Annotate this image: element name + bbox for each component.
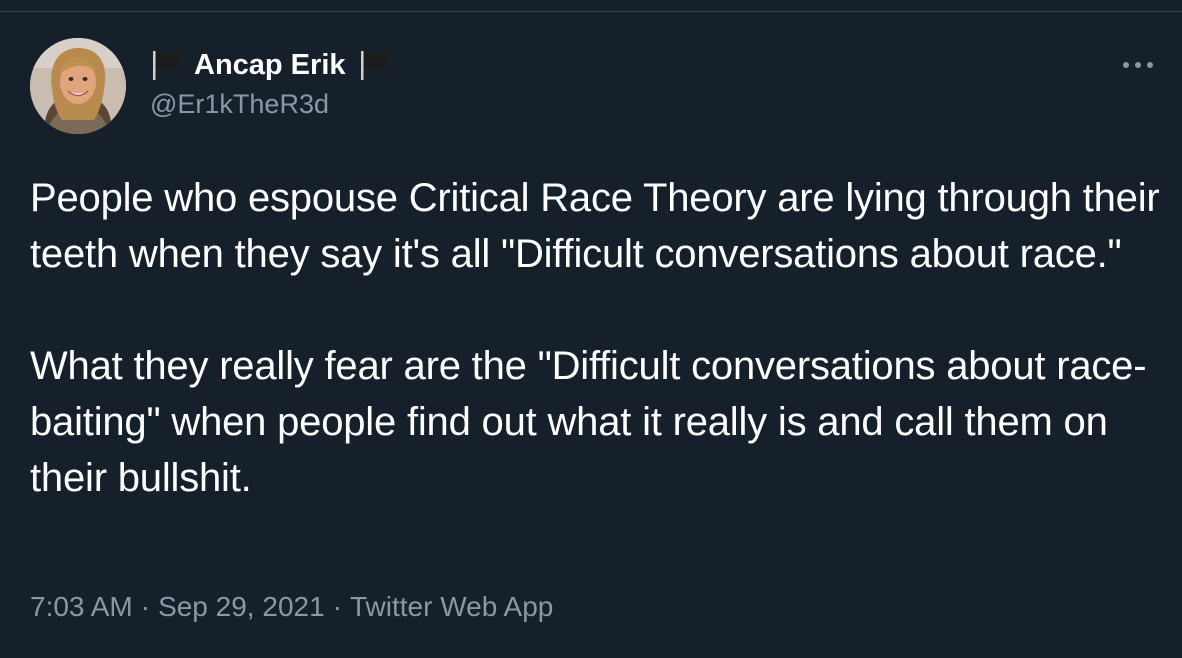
avatar-image	[30, 38, 126, 134]
meta-separator: ·	[332, 591, 342, 622]
tweet-text: People who espouse Critical Race Theory …	[30, 170, 1160, 506]
black-flag-icon	[358, 48, 392, 82]
more-options-button[interactable]	[1118, 50, 1158, 80]
meta-separator: ·	[140, 591, 151, 622]
tweet-time[interactable]: 7:03 AM	[30, 591, 133, 622]
tweet-paragraph: What they really fear are the "Difficult…	[30, 344, 1147, 500]
author-name-row[interactable]: Ancap Erik	[150, 46, 392, 84]
more-icon	[1123, 62, 1153, 68]
tweet-card: Ancap Erik @Er1kTheR3d People who espous…	[0, 0, 1182, 658]
tweet-source[interactable]: Twitter Web App	[350, 591, 553, 622]
tweet-paragraph: People who espouse Critical Race Theory …	[30, 176, 1160, 276]
black-flag-icon	[150, 48, 184, 82]
tweet-date[interactable]: Sep 29, 2021	[158, 591, 325, 622]
display-name[interactable]: Ancap Erik	[194, 49, 346, 82]
top-divider	[0, 11, 1182, 12]
author-handle[interactable]: @Er1kTheR3d	[150, 89, 329, 120]
tweet-meta: 7:03 AM · Sep 29, 2021 · Twitter Web App	[30, 591, 553, 623]
avatar[interactable]	[30, 38, 126, 134]
